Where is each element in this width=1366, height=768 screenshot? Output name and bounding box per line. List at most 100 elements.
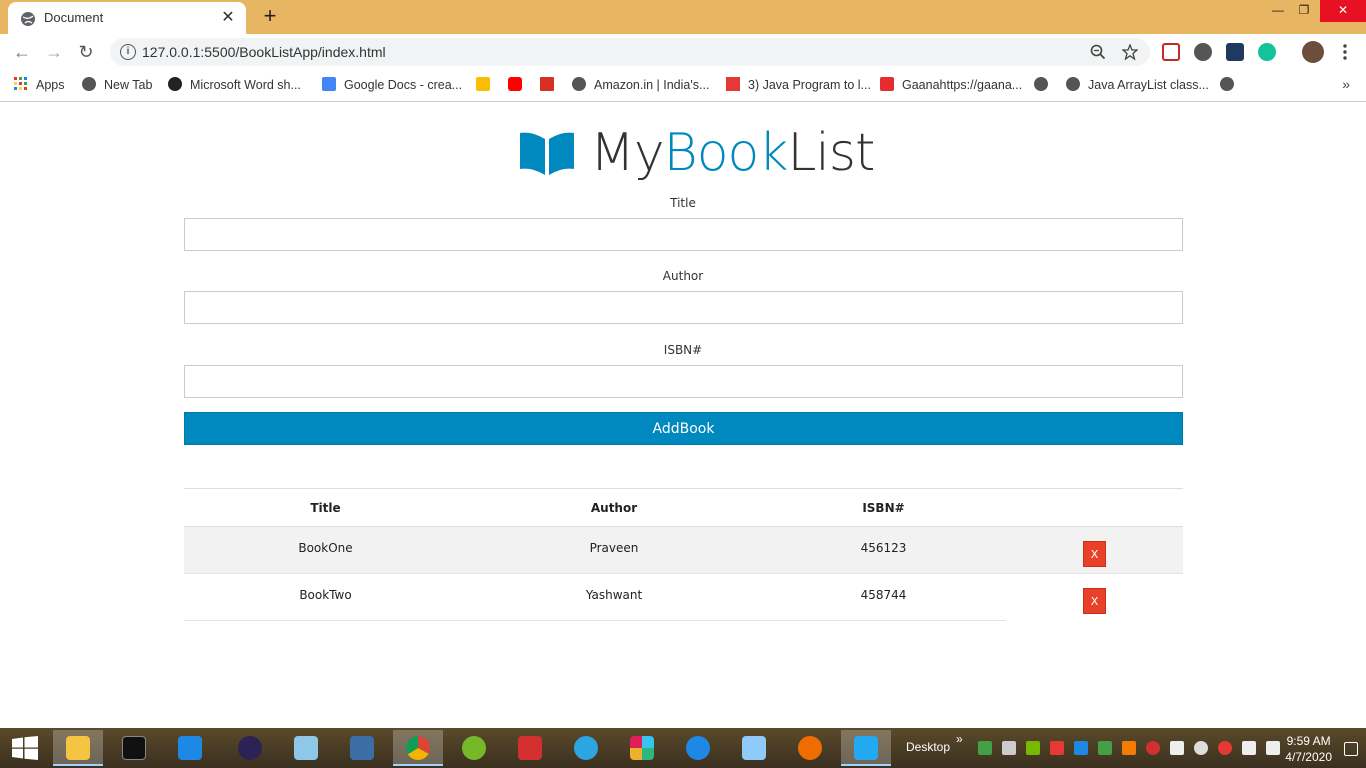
globe-icon bbox=[82, 77, 96, 91]
tab-document[interactable]: Document ✕ bbox=[8, 2, 246, 34]
isbn-label: ISBN# bbox=[663, 343, 703, 357]
desktop-toolbar-label[interactable]: Desktop bbox=[906, 740, 950, 754]
bookmark-globe[interactable] bbox=[1034, 77, 1056, 92]
pocket-extension-icon[interactable] bbox=[1162, 43, 1180, 61]
logo-prefix: My bbox=[590, 123, 665, 183]
taskbar-remote-desktop[interactable] bbox=[729, 730, 779, 766]
browser-icon bbox=[798, 736, 822, 760]
forward-button[interactable]: → bbox=[42, 40, 66, 64]
book-icon bbox=[520, 132, 574, 175]
taskbar-file-explorer[interactable] bbox=[53, 730, 103, 766]
taskbar-notepad[interactable] bbox=[281, 730, 331, 766]
globe-icon bbox=[1066, 77, 1080, 91]
nvidia-icon[interactable] bbox=[1026, 741, 1040, 755]
bookmark-google-docs[interactable]: Google Docs - crea... bbox=[322, 77, 462, 92]
logo-suffix: List bbox=[787, 123, 875, 183]
table-row: BookTwo Yashwant 458744 X bbox=[184, 573, 1183, 621]
bookmark-microsoft-word[interactable]: Microsoft Word sh... bbox=[168, 77, 301, 92]
utorrent-icon bbox=[462, 736, 486, 760]
tray-clock-icon[interactable] bbox=[1218, 741, 1232, 755]
notification-icon[interactable] bbox=[1344, 742, 1358, 756]
isbn-input[interactable] bbox=[184, 365, 1183, 398]
terminal-icon bbox=[122, 736, 146, 760]
bookmark-apps[interactable]: Apps bbox=[14, 77, 65, 92]
taskbar-app[interactable] bbox=[165, 730, 215, 766]
tray-device-icon[interactable] bbox=[1002, 741, 1016, 755]
bookmark-star-icon[interactable] bbox=[1122, 44, 1138, 60]
restore-button[interactable]: ❐ bbox=[1290, 0, 1318, 22]
minimize-button[interactable]: — bbox=[1264, 0, 1292, 22]
taskbar-telegram[interactable] bbox=[561, 730, 611, 766]
cell-author: Praveen bbox=[467, 526, 761, 574]
bookmark-gaana[interactable]: Gaanahttps://gaana... bbox=[880, 77, 1022, 92]
taskbar-chrome[interactable] bbox=[393, 730, 443, 766]
bookmark-globe-2[interactable] bbox=[1220, 77, 1242, 92]
taskbar-command-prompt[interactable] bbox=[109, 730, 159, 766]
tray-app-icon[interactable] bbox=[1050, 741, 1064, 755]
delete-button[interactable]: X bbox=[1083, 541, 1106, 567]
google-docs-icon bbox=[322, 77, 336, 91]
close-window-button[interactable]: ✕ bbox=[1320, 0, 1366, 22]
url-text[interactable]: 127.0.0.1:5500/BookListApp/index.html bbox=[142, 44, 386, 60]
browser-toolbar: ← → ↻ i 127.0.0.1:5500/BookListApp/index… bbox=[0, 34, 1366, 70]
clock-date: 4/7/2020 bbox=[1285, 750, 1332, 764]
bookmark-gmail[interactable] bbox=[540, 77, 562, 92]
taskbar-utorrent[interactable] bbox=[449, 730, 499, 766]
bookmark-amazon[interactable]: Amazon.in | India's... bbox=[572, 77, 709, 92]
tab-close-icon[interactable]: ✕ bbox=[218, 8, 238, 28]
toolbar-chevron-icon[interactable]: » bbox=[956, 732, 963, 746]
cell-isbn: 458744 bbox=[761, 573, 1006, 621]
taskbar-slack[interactable] bbox=[617, 730, 667, 766]
taskbar-mysql[interactable] bbox=[337, 730, 387, 766]
table-header-row: Title Author ISBN# bbox=[184, 488, 1183, 527]
chrome-menu-icon[interactable] bbox=[1342, 43, 1348, 61]
zoom-icon[interactable] bbox=[1090, 44, 1106, 60]
delete-button[interactable]: X bbox=[1083, 588, 1106, 614]
taskbar-downloader[interactable] bbox=[505, 730, 555, 766]
bookmark-label: Google Docs - crea... bbox=[344, 78, 463, 92]
gmail-icon bbox=[540, 77, 554, 91]
eclipse-icon bbox=[238, 736, 262, 760]
windows-start-icon[interactable] bbox=[12, 736, 38, 760]
tray-network-icon[interactable] bbox=[1074, 741, 1088, 755]
taskbar-sync[interactable] bbox=[673, 730, 723, 766]
volume-icon[interactable] bbox=[1242, 741, 1256, 755]
taskbar-vscode[interactable] bbox=[841, 730, 891, 766]
table-row: BookOne Praveen 456123 X bbox=[184, 526, 1183, 574]
more-bookmarks-icon[interactable]: » bbox=[1342, 76, 1350, 92]
title-label: Title bbox=[670, 196, 696, 210]
tray-cloud-icon[interactable] bbox=[1194, 741, 1208, 755]
opera-icon[interactable] bbox=[1146, 741, 1160, 755]
new-tab-button[interactable]: + bbox=[258, 5, 282, 29]
address-bar[interactable]: i 127.0.0.1:5500/BookListApp/index.html bbox=[110, 38, 1150, 66]
bookmark-new-tab[interactable]: New Tab bbox=[82, 77, 152, 92]
dark-mode-extension-icon[interactable] bbox=[1194, 43, 1212, 61]
add-book-button[interactable]: AddBook bbox=[184, 412, 1183, 445]
author-input[interactable] bbox=[184, 291, 1183, 324]
taskbar-browser[interactable] bbox=[785, 730, 835, 766]
bookmark-label: Java ArrayList class... bbox=[1088, 78, 1209, 92]
tray-star-icon[interactable] bbox=[1122, 741, 1136, 755]
author-label: Author bbox=[662, 269, 704, 283]
system-clock[interactable]: 9:59 AM 4/7/2020 bbox=[1285, 733, 1332, 765]
tray-person-icon[interactable] bbox=[1266, 741, 1280, 755]
taskbar-eclipse[interactable] bbox=[225, 730, 275, 766]
extension-icon[interactable] bbox=[1226, 43, 1244, 61]
bookmark-java-program[interactable]: 3) Java Program to l... bbox=[726, 77, 871, 92]
folder-icon bbox=[66, 736, 90, 760]
tray-user-icon[interactable] bbox=[1098, 741, 1112, 755]
microsoft-word-icon bbox=[168, 77, 182, 91]
grammarly-extension-icon[interactable] bbox=[1258, 43, 1276, 61]
download-icon bbox=[518, 736, 542, 760]
title-input[interactable] bbox=[184, 218, 1183, 251]
reload-button[interactable]: ↻ bbox=[74, 40, 98, 64]
back-button[interactable]: ← bbox=[10, 40, 34, 64]
bookmark-java-arraylist[interactable]: Java ArrayList class... bbox=[1066, 77, 1209, 92]
info-icon[interactable]: i bbox=[120, 44, 136, 60]
wifi-icon[interactable] bbox=[1170, 741, 1184, 755]
bookmark-youtube[interactable] bbox=[508, 77, 530, 92]
bookmark-google-drive[interactable] bbox=[476, 77, 498, 92]
profile-avatar[interactable] bbox=[1302, 41, 1324, 63]
tray-check-icon[interactable] bbox=[978, 741, 992, 755]
telegram-icon bbox=[574, 736, 598, 760]
